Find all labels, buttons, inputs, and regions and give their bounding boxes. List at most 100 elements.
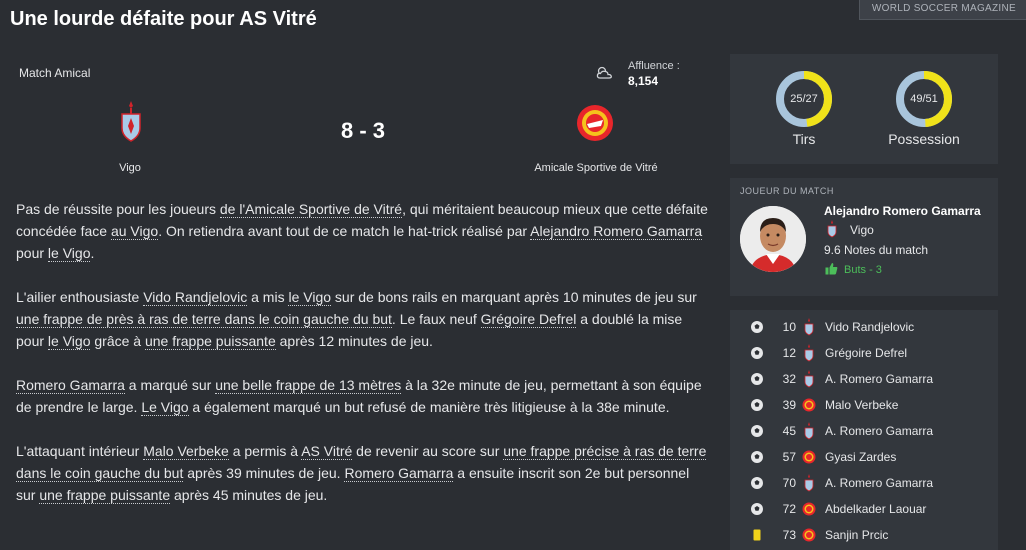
vitre-crest-icon (802, 500, 816, 518)
event-minute: 32 (782, 372, 796, 386)
event-minute: 12 (782, 346, 796, 360)
thumbs-up-icon (825, 263, 838, 275)
article-link[interactable]: Grégoire Defrel (480, 311, 577, 328)
article-link[interactable]: le Vigo (47, 245, 91, 262)
away-team-name[interactable]: Amicale Sportive de Vitré (516, 162, 676, 174)
goal-icon (750, 372, 764, 386)
event-player[interactable]: Abdelkader Laouar (825, 502, 926, 516)
match-score: 8 - 3 (340, 118, 386, 143)
event-row[interactable]: 72 Abdelkader Laouar (730, 496, 998, 522)
player-of-match-panel: JOUEUR DU MATCH Alejandro Romero Gamarra… (730, 178, 998, 296)
event-row[interactable]: 12 Grégoire Defrel (730, 340, 998, 366)
article-link[interactable]: Romero Gamarra (16, 377, 125, 394)
goal-icon (750, 502, 764, 516)
article-link[interactable]: Malo Verbeke (143, 443, 229, 460)
article-link[interactable]: de l'Amicale Sportive de Vitré (219, 201, 403, 218)
page-title: Une lourde défaite pour AS Vitré (10, 8, 317, 30)
possession-label: Possession (888, 131, 960, 147)
article-link[interactable]: Le Vigo (141, 399, 189, 416)
event-player[interactable]: A. Romero Gamarra (825, 476, 933, 490)
goal-icon (750, 398, 764, 412)
cloud-icon (596, 66, 612, 79)
player-photo[interactable] (740, 206, 806, 272)
vitre-crest-icon (802, 448, 816, 466)
event-minute: 39 (782, 398, 796, 412)
article-link[interactable]: une frappe puissante (144, 333, 276, 350)
article-link[interactable]: au Vigo (110, 223, 159, 240)
article-text: après 12 minutes de jeu. (275, 333, 433, 349)
event-player[interactable]: Vido Randjelovic (825, 320, 914, 334)
article-text: après 45 minutes de jeu. (170, 487, 328, 503)
event-minute: 45 (782, 424, 796, 438)
title-bar: Une lourde défaite pour AS Vitré WORLD S… (0, 0, 1026, 44)
article-text: . On retiendra avant tout de ce match le… (158, 223, 531, 239)
article-link[interactable]: Vido Randjelovic (143, 289, 248, 306)
shots-value: 25/27 (790, 93, 818, 105)
article-paragraph: Pas de réussite pour les joueurs de l'Am… (16, 198, 712, 264)
article-text: a permis à (228, 443, 302, 459)
event-row[interactable]: 45 A. Romero Gamarra (730, 418, 998, 444)
home-team-name[interactable]: Vigo (60, 162, 200, 174)
event-row[interactable]: 73 Sanjin Prcic (730, 522, 998, 548)
vitre-crest-icon (802, 526, 816, 544)
goal-icon (750, 450, 764, 464)
event-player[interactable]: A. Romero Gamarra (825, 424, 933, 438)
event-player[interactable]: A. Romero Gamarra (825, 372, 933, 386)
shots-donut: 25/27 (774, 69, 834, 129)
vigo-crest-icon (802, 370, 816, 388)
article-link[interactable]: une frappe de près à ras de terre dans l… (16, 311, 392, 328)
yellow-card-icon (750, 528, 764, 542)
article-link[interactable]: Alejandro Romero Gamarra (530, 223, 703, 240)
article-text: grâce à (90, 333, 145, 349)
article-paragraph: L'ailier enthousiaste Vido Randjelovic a… (16, 286, 712, 352)
motm-heading: JOUEUR DU MATCH (740, 186, 834, 196)
match-events-list: 10 Vido Randjelovic 12 Grégoire Defrel 32 A. … (730, 310, 998, 550)
article-text: pour (16, 245, 48, 261)
scrollbar[interactable] (1004, 56, 1014, 544)
event-player[interactable]: Sanjin Prcic (825, 528, 888, 542)
article-link[interactable]: une frappe puissante (39, 487, 171, 504)
goal-icon (750, 320, 764, 334)
event-row[interactable]: 57 Gyasi Zardes (730, 444, 998, 470)
event-player[interactable]: Gyasi Zardes (825, 450, 896, 464)
vigo-crest-icon (802, 344, 816, 362)
article-link[interactable]: le Vigo (47, 333, 91, 350)
article-link[interactable]: AS Vitré (301, 443, 353, 460)
match-report-panel: Match Amical Affluence : 8,154 8 - 3 Vig… (0, 44, 718, 544)
goal-icon (750, 476, 764, 490)
vitre-crest-icon[interactable] (576, 104, 614, 142)
event-minute: 73 (782, 528, 796, 542)
article-text: a mis (247, 289, 289, 305)
match-article: Pas de réussite pour les joueurs de l'Am… (16, 198, 712, 528)
article-text: . Le faux neuf (391, 311, 481, 327)
event-player[interactable]: Grégoire Defrel (825, 346, 907, 360)
motm-club[interactable]: Vigo (850, 223, 874, 237)
goal-icon (750, 424, 764, 438)
article-text: après 39 minutes de jeu. (183, 465, 345, 481)
event-row[interactable]: 70 A. Romero Gamarra (730, 470, 998, 496)
article-link[interactable]: Romero Gamarra (344, 465, 454, 482)
attendance-value: 8,154 (628, 74, 659, 88)
article-text: a marqué sur (124, 377, 216, 393)
vigo-crest-icon (802, 422, 816, 440)
article-paragraph: L'attaquant intérieur Malo Verbeke a per… (16, 440, 712, 506)
article-paragraph: Romero Gamarra a marqué sur une belle fr… (16, 374, 712, 418)
event-minute: 72 (782, 502, 796, 516)
magazine-badge[interactable]: WORLD SOCCER MAGAZINE (858, 0, 1026, 20)
vigo-crest-icon[interactable] (118, 100, 144, 142)
vigo-crest-icon (827, 220, 837, 238)
article-text: Pas de réussite pour les joueurs (16, 201, 220, 217)
article-link[interactable]: une belle frappe de 13 mètres (215, 377, 402, 394)
article-text: a également marqué un but refusé de mani… (188, 399, 670, 415)
article-text: sur de bons rails en marquant après 10 m… (331, 289, 697, 305)
event-row[interactable]: 10 Vido Randjelovic (730, 314, 998, 340)
motm-player-name[interactable]: Alejandro Romero Gamarra (824, 204, 981, 218)
article-link[interactable]: le Vigo (288, 289, 332, 306)
possession-value: 49/51 (910, 93, 938, 105)
event-player[interactable]: Malo Verbeke (825, 398, 898, 412)
article-text: L'ailier enthousiaste (16, 289, 144, 305)
article-text: de revenir au score sur (352, 443, 504, 459)
event-row[interactable]: 39 Malo Verbeke (730, 392, 998, 418)
event-row[interactable]: 32 A. Romero Gamarra (730, 366, 998, 392)
stats-panel: 25/27 Tirs 49/51 Possession (730, 54, 998, 164)
